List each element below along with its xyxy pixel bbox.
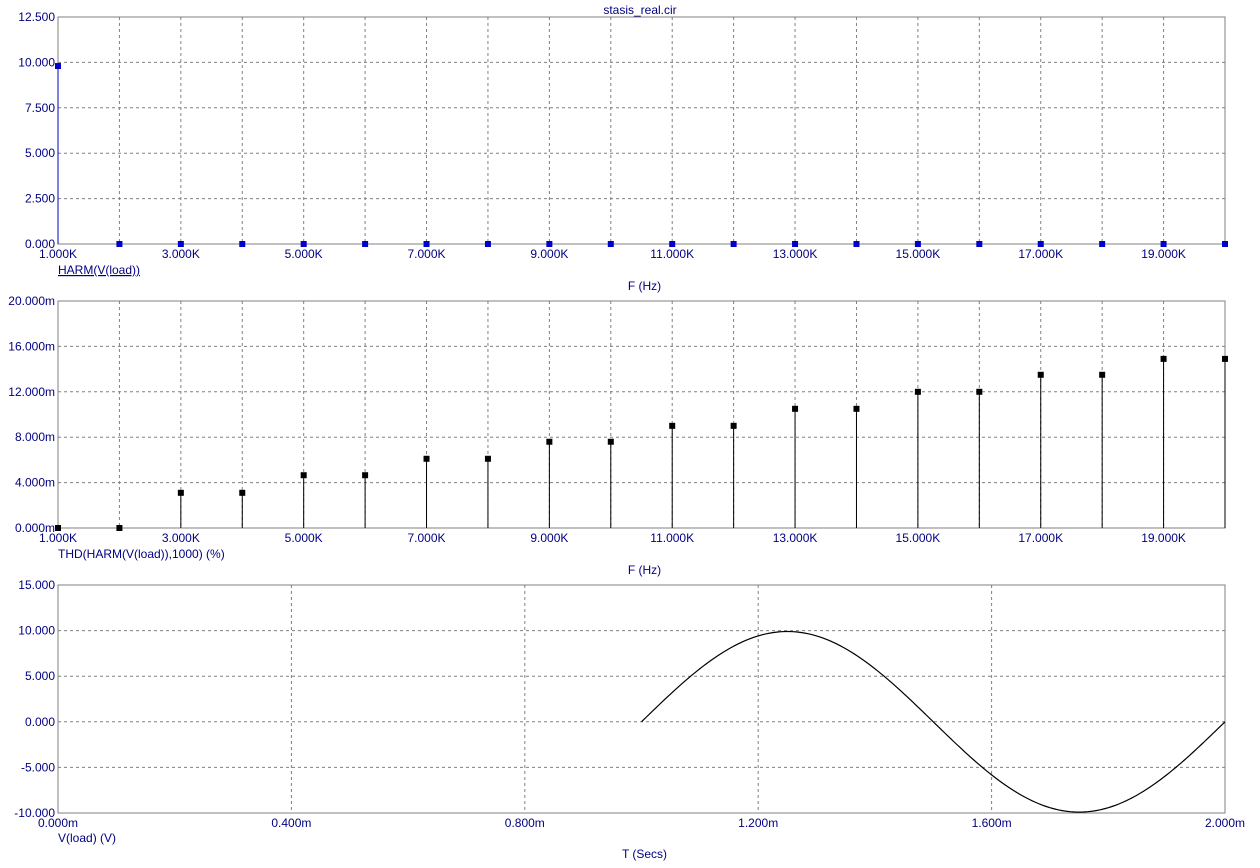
plot-frame [57,584,1226,814]
series-line [641,630,1226,813]
data-point [546,241,553,247]
data-point [792,241,799,247]
trace-label: THD(HARM(V(load)),1000) (%) [58,547,225,561]
data-point [792,405,799,412]
y-tick-label: 5.000 [25,146,55,160]
y-tick-label: 10.000 [18,55,55,69]
y-tick-label: 10.000 [18,624,55,638]
data-point [853,405,860,412]
data-point [55,63,61,70]
x-tick-label: 7.000K [408,531,446,545]
y-tick-label: 7.500 [25,101,55,115]
data-point [239,489,246,496]
data-point [669,422,676,429]
x-tick-label: 17.000K [1018,247,1063,261]
x-tick-label: 3.000K [162,531,200,545]
x-tick-label: 1.000K [39,247,77,261]
data-point [730,422,737,429]
plots-canvas: stasis_real.cir 0.000 2.500 5.000 7.500 10.0… [8,3,1245,861]
x-tick-label: 11.000K [650,531,694,545]
y-tick-label: 15.000 [18,578,55,592]
x-tick-label: 19.000K [1141,531,1186,545]
x-tick-label: 13.000K [773,247,818,261]
data-point [607,438,614,445]
data-point [607,241,614,247]
x-axis-label: T (Secs) [622,847,667,861]
data-point [976,241,983,247]
y-tick-label: 8.000m [15,430,55,444]
y-tick-label: 20.000m [8,294,55,308]
x-tick-label: 1.200m [738,816,778,830]
plot-frame [57,300,1226,529]
data-point [300,241,307,247]
x-tick-label: 17.000K [1018,531,1063,545]
x-tick-label: 0.000m [38,816,78,830]
x-tick-label: 0.400m [271,816,311,830]
x-tick-label: 1.600m [972,816,1012,830]
data-point [669,241,676,247]
x-axis-label: F (Hz) [628,279,661,293]
data-point [484,241,491,247]
x-tick-label: 19.000K [1141,247,1186,261]
y-tick-label: 12.500 [18,10,55,24]
trace-label: V(load) (V) [58,831,116,845]
y-tick-label: 5.000 [25,669,55,683]
x-tick-label: 15.000K [896,531,941,545]
y-tick-label: -5.000 [21,760,55,774]
x-tick-label: 1.000K [39,531,77,545]
y-tick-label: 0.000 [25,715,55,729]
x-tick-label: 0.800m [505,816,545,830]
x-tick-label: 9.000K [530,531,568,545]
data-point [1037,241,1044,247]
data-point [976,388,983,395]
data-point [484,455,491,462]
data-point [55,525,61,531]
data-point [1160,241,1167,247]
x-tick-label: 7.000K [408,247,446,261]
x-tick-label: 3.000K [162,247,200,261]
x-tick-label: 5.000K [285,531,323,545]
data-point [1222,241,1228,247]
data-point [116,241,123,247]
data-point [1099,371,1106,378]
trace-label: HARM(V(load)) [58,263,140,277]
x-tick-label: 13.000K [773,531,818,545]
y-tick-label: 4.000m [15,476,55,490]
y-tick-label: 2.500 [25,192,55,206]
x-axis-label: F (Hz) [628,563,661,577]
y-tick-label: 16.000m [8,339,55,353]
data-point [177,489,184,496]
data-point [362,241,369,247]
y-tick-label: 12.000m [8,385,55,399]
x-tick-label: 5.000K [285,247,323,261]
data-point [239,241,246,247]
data-point [300,472,307,479]
window-title: stasis_real.cir [603,3,676,17]
plot-frame [57,16,1226,245]
x-tick-label: 2.000m [1205,816,1245,830]
x-tick-label: 11.000K [650,247,694,261]
x-tick-label: 9.000K [530,247,568,261]
data-point [853,241,860,247]
data-point [116,525,123,531]
data-point [423,241,430,247]
data-point [177,241,184,247]
data-point [1222,355,1228,362]
data-point [423,455,430,462]
data-point [1160,355,1167,362]
data-point [1099,241,1106,247]
data-point [730,241,737,247]
x-tick-label: 15.000K [896,247,941,261]
data-point [1037,371,1044,378]
data-point [914,241,921,247]
data-point [914,388,921,395]
data-point [362,472,369,479]
data-point [546,438,553,445]
